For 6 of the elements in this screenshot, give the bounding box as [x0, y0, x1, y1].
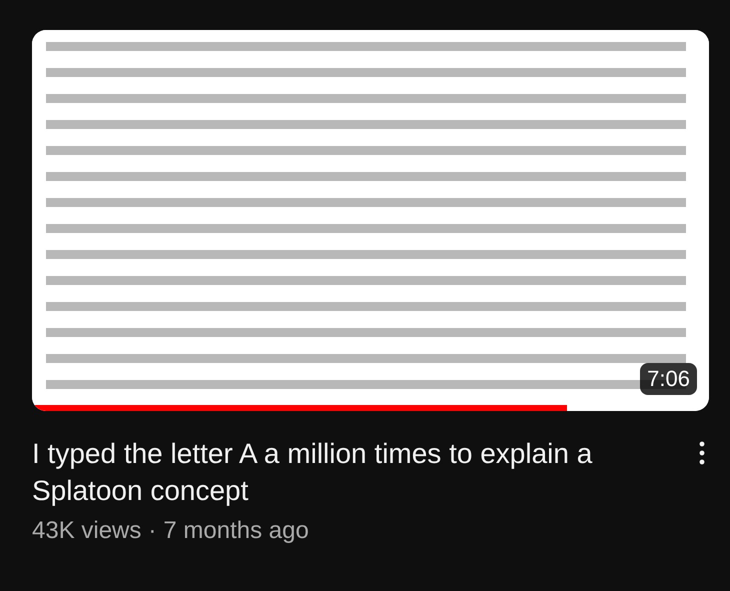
more-icon[interactable]: [699, 441, 705, 465]
video-title[interactable]: I typed the letter A a million times to explain a Splatoon concept: [32, 435, 622, 509]
separator: ·: [148, 517, 156, 545]
view-count: 43K views: [32, 517, 142, 545]
upload-age: 7 months ago: [163, 517, 309, 545]
duration-badge: 7:06: [640, 363, 697, 395]
